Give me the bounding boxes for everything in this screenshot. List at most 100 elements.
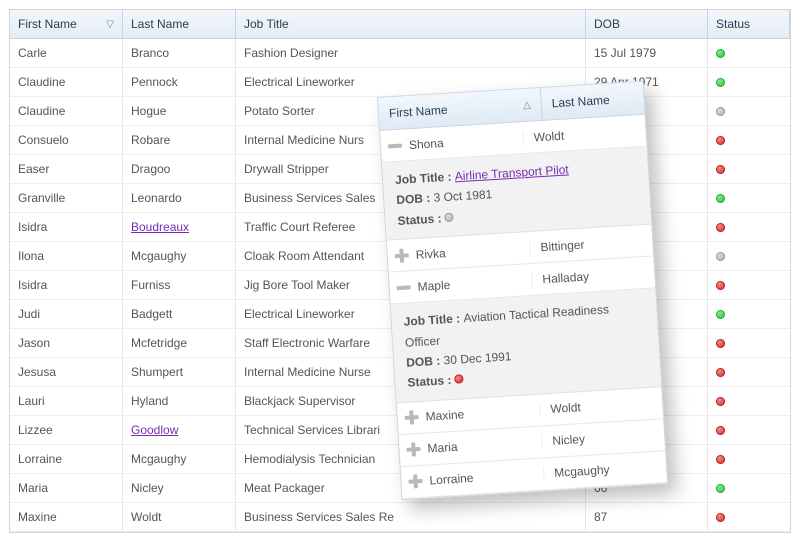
mobile-row-detail: Job Title : Aviation Tactical Readiness … [391, 289, 662, 404]
collapse-icon [397, 285, 411, 290]
mobile-cell-last-name: Bittinger [529, 233, 653, 254]
cell-status [708, 445, 790, 473]
cell-first-name: Jason [10, 329, 123, 357]
cell-job-title: Business Services Sales Re [236, 503, 586, 531]
mobile-cell-first-name: Maria [427, 435, 542, 456]
mobile-cell-first-name: Maxine [425, 403, 540, 424]
expand-icon [408, 474, 423, 489]
cell-last-name: Woldt [123, 503, 236, 531]
mobile-cell-last-name: Woldt [522, 123, 646, 144]
mobile-cell-last-name: Woldt [539, 395, 663, 416]
cell-status [708, 126, 790, 154]
desktop-header-row: First Name▽ Last Name Job Title DOB Stat… [10, 10, 790, 39]
cell-last-name: Hogue [123, 97, 236, 125]
status-dot [716, 339, 725, 348]
cell-status [708, 271, 790, 299]
status-dot [716, 426, 725, 435]
cell-first-name: Ilona [10, 242, 123, 270]
cell-status [708, 329, 790, 357]
col-header-job-title[interactable]: Job Title [236, 10, 586, 38]
col-header-last-name[interactable]: Last Name [123, 10, 236, 38]
mobile-cell-last-name: Mcgaughy [543, 459, 667, 480]
cell-first-name: Lauri [10, 387, 123, 415]
cell-first-name: Jesusa [10, 358, 123, 386]
cell-first-name: Easer [10, 155, 123, 183]
col-header-first-name[interactable]: First Name▽ [10, 10, 123, 38]
expand-toggle[interactable] [401, 474, 430, 490]
cell-last-name: Badgett [123, 300, 236, 328]
cell-last-name: Boudreaux [123, 213, 236, 241]
cell-first-name: Claudine [10, 68, 123, 96]
status-dot [716, 49, 725, 58]
mobile-cell-first-name: Maple [417, 273, 532, 294]
cell-first-name: Claudine [10, 97, 123, 125]
cell-last-name: Pennock [123, 68, 236, 96]
cell-first-name: Isidra [10, 271, 123, 299]
mobile-cell-first-name: Shona [409, 131, 524, 152]
status-dot [445, 212, 455, 222]
cell-last-name: Mcgaughy [123, 445, 236, 473]
col-header-status[interactable]: Status [708, 10, 790, 38]
cell-last-name: Furniss [123, 271, 236, 299]
status-dot [716, 368, 725, 377]
status-dot [716, 310, 725, 319]
cell-last-name: Branco [123, 39, 236, 67]
status-dot [716, 252, 725, 261]
cell-first-name: Maxine [10, 503, 123, 531]
status-dot [716, 136, 725, 145]
status-dot [716, 223, 725, 232]
table-row[interactable]: ClaudinePennockElectrical Lineworker29 A… [10, 68, 790, 97]
sort-asc-icon: △ [523, 99, 531, 110]
mobile-cell-last-name: Nicley [541, 427, 665, 448]
cell-status [708, 155, 790, 183]
status-dot [716, 78, 725, 87]
cell-first-name: Lorraine [10, 445, 123, 473]
cell-first-name: Judi [10, 300, 123, 328]
job-title-link[interactable]: Airline Transport Pilot [454, 162, 569, 183]
expand-toggle[interactable] [381, 143, 409, 149]
cell-status [708, 503, 790, 531]
collapse-icon [388, 143, 402, 148]
cell-first-name: Consuelo [10, 126, 123, 154]
col-header-dob[interactable]: DOB [586, 10, 708, 38]
status-dot [716, 194, 725, 203]
last-name-link[interactable]: Goodlow [131, 423, 178, 437]
cell-first-name: Granville [10, 184, 123, 212]
cell-last-name: Shumpert [123, 358, 236, 386]
cell-first-name: Lizzee [10, 416, 123, 444]
status-dot [716, 455, 725, 464]
mobile-cell-last-name: Halladay [531, 265, 655, 286]
cell-status [708, 97, 790, 125]
last-name-link[interactable]: Boudreaux [131, 220, 189, 234]
expand-icon [406, 442, 421, 457]
cell-status [708, 358, 790, 386]
cell-status [708, 68, 790, 96]
expand-icon [404, 410, 419, 425]
mobile-cell-first-name: Rivka [415, 241, 530, 262]
expand-icon [394, 248, 409, 263]
cell-status [708, 242, 790, 270]
cell-dob: 15 Jul 1979 [586, 39, 708, 67]
cell-last-name: Leonardo [123, 184, 236, 212]
mobile-grid: First Name△ Last Name ShonaWoldtJob Titl… [377, 81, 668, 500]
expand-toggle[interactable] [399, 442, 428, 458]
status-dot [454, 375, 464, 385]
expand-toggle[interactable] [390, 285, 418, 291]
cell-last-name: Goodlow [123, 416, 236, 444]
cell-last-name: Robare [123, 126, 236, 154]
cell-status [708, 474, 790, 502]
cell-status [708, 213, 790, 241]
expand-toggle[interactable] [387, 248, 416, 264]
cell-status [708, 184, 790, 212]
expand-toggle[interactable] [397, 410, 426, 426]
status-dot [716, 281, 725, 290]
cell-first-name: Isidra [10, 213, 123, 241]
cell-last-name: Mcgaughy [123, 242, 236, 270]
table-row[interactable]: CarleBrancoFashion Designer15 Jul 1979 [10, 39, 790, 68]
cell-status [708, 416, 790, 444]
cell-dob: 87 [586, 503, 708, 531]
cell-first-name: Maria [10, 474, 123, 502]
mobile-col-header-last-name[interactable]: Last Name [541, 82, 645, 120]
cell-last-name: Hyland [123, 387, 236, 415]
table-row[interactable]: MaxineWoldtBusiness Services Sales Re87 [10, 503, 790, 532]
